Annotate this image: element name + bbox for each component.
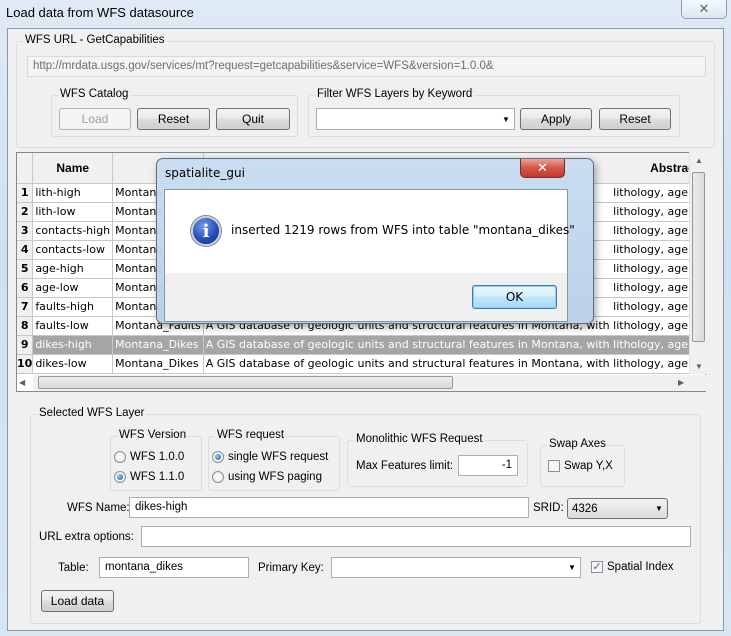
cell-name[interactable]: age-low — [32, 278, 114, 298]
message-box-title: spatialite_gui — [165, 166, 245, 180]
scroll-down-icon[interactable]: ▼ — [695, 362, 703, 371]
cell-name[interactable]: faults-high — [32, 297, 114, 317]
row-header[interactable]: 10 — [17, 354, 34, 374]
chevron-down-icon: ▼ — [568, 563, 576, 572]
grid-vertical-scrollbar[interactable]: ▲ ▼ — [689, 152, 706, 374]
row-header[interactable]: 5 — [17, 259, 34, 279]
cell-name[interactable]: dikes-high — [32, 335, 114, 355]
radio-label: WFS 1.1.0 — [130, 471, 185, 483]
row-header[interactable]: 8 — [17, 316, 34, 336]
max-features-field[interactable]: -1 — [458, 455, 518, 476]
close-icon: ✕ — [537, 160, 548, 175]
corner-header — [17, 153, 34, 184]
cell-name[interactable]: lith-low — [32, 202, 114, 222]
primary-key-label: Primary Key: — [258, 562, 324, 574]
radio-indicator — [212, 471, 224, 483]
wfs-name-field[interactable]: dikes-high — [129, 497, 529, 518]
cell-name[interactable]: contacts-low — [32, 240, 114, 260]
wfs-name-label: WFS Name: — [67, 502, 130, 514]
srid-label: SRID: — [533, 502, 564, 514]
monolithic-request-group-label: Monolithic WFS Request — [354, 433, 485, 445]
catalog-load-button[interactable]: Load — [59, 108, 131, 130]
row-header[interactable]: 2 — [17, 202, 34, 222]
radio-label: WFS 1.0.0 — [130, 451, 185, 463]
wfs-url-group-label: WFS URL - GetCapabilities — [23, 34, 167, 46]
radio-wfs-paging[interactable]: using WFS paging — [212, 471, 322, 483]
scroll-up-icon[interactable]: ▲ — [695, 156, 703, 165]
wfs-catalog-group-label: WFS Catalog — [58, 88, 131, 100]
filter-keyword-group-label: Filter WFS Layers by Keyword — [315, 88, 475, 100]
row-header[interactable]: 3 — [17, 221, 34, 241]
srid-value: 4326 — [572, 502, 598, 515]
chevron-down-icon: ▼ — [502, 114, 510, 124]
checkbox-indicator — [548, 460, 560, 472]
row-header[interactable]: 7 — [17, 297, 34, 317]
vertical-scroll-thumb[interactable] — [692, 172, 705, 342]
table-label: Table: — [58, 562, 89, 574]
url-extra-options-label: URL extra options: — [39, 531, 134, 543]
radio-label: single WFS request — [228, 451, 329, 463]
row-header[interactable]: 6 — [17, 278, 34, 298]
cell-name[interactable]: age-high — [32, 259, 114, 279]
checkbox-label: Swap Y,X — [564, 460, 613, 472]
cell-title[interactable]: Montana_Dikes — [112, 335, 204, 355]
selected-layer-group-label: Selected WFS Layer — [37, 407, 147, 419]
filter-reset-button[interactable]: Reset — [599, 108, 671, 130]
cell-name[interactable]: lith-high — [32, 183, 114, 203]
catalog-reset-button[interactable]: Reset — [137, 108, 210, 130]
swap-yx-checkbox[interactable]: Swap Y,X — [548, 460, 613, 472]
message-box: spatialite_gui ✕ i inserted 1219 rows fr… — [156, 158, 594, 324]
window-title: Load data from WFS datasource — [6, 5, 194, 20]
table-row[interactable]: 10 dikes-low Montana_Dikes A GIS database o… — [17, 354, 705, 374]
table-row[interactable]: 9 dikes-high Montana_Dikes A GIS database o… — [17, 335, 705, 355]
radio-indicator — [114, 451, 126, 463]
radio-indicator — [114, 471, 126, 483]
message-box-content: i inserted 1219 rows from WFS into table… — [165, 190, 575, 273]
horizontal-scroll-thumb[interactable] — [38, 376, 453, 389]
scroll-left-icon[interactable]: ◀ — [19, 378, 25, 387]
cell-title[interactable]: Montana_Dikes — [112, 354, 204, 374]
max-features-label: Max Features limit: — [356, 460, 454, 472]
swap-axes-group-label: Swap Axes — [547, 438, 608, 450]
radio-single-request[interactable]: single WFS request — [212, 451, 328, 463]
keyword-combo[interactable]: ▼ — [316, 108, 515, 130]
spatial-index-checkbox[interactable]: ✓ Spatial Index — [591, 561, 674, 573]
cell-name[interactable]: faults-low — [32, 316, 114, 336]
cell-name[interactable]: contacts-high — [32, 221, 114, 241]
srid-combo[interactable]: 4326 ▼ — [567, 498, 668, 519]
row-header[interactable]: 1 — [17, 183, 34, 203]
radio-indicator — [212, 451, 224, 463]
cell-name[interactable]: dikes-low — [32, 354, 114, 374]
radio-label: using WFS paging — [228, 471, 322, 483]
checkbox-label: Spatial Index — [607, 561, 674, 573]
wfs-version-group-label: WFS Version — [117, 429, 189, 441]
info-icon: i — [191, 216, 221, 246]
wfs-request-group-label: WFS request — [215, 429, 287, 441]
wfs-url-field[interactable]: http://mrdata.usgs.gov/services/mt?reque… — [27, 56, 706, 77]
row-header[interactable]: 9 — [17, 335, 34, 355]
checkbox-indicator: ✓ — [591, 561, 603, 573]
message-box-body: i inserted 1219 rows from WFS into table… — [164, 189, 575, 322]
chevron-down-icon: ▼ — [655, 504, 663, 513]
table-name-field[interactable]: montana_dikes — [99, 557, 249, 578]
row-header[interactable]: 4 — [17, 240, 34, 260]
radio-wfs-1-1-0[interactable]: WFS 1.1.0 — [114, 471, 184, 483]
close-icon: ✕ — [698, 1, 710, 16]
url-extra-options-field[interactable] — [141, 526, 691, 547]
window-close-button[interactable]: ✕ — [681, 0, 727, 19]
grid-horizontal-scrollbar[interactable]: ◀ ▶ — [19, 375, 706, 391]
message-box-close-button[interactable]: ✕ — [520, 159, 565, 178]
column-header-name[interactable]: Name — [32, 153, 114, 184]
scroll-right-icon[interactable]: ▶ — [678, 378, 684, 387]
cell-abstract[interactable]: A GIS database of geologic units and str… — [203, 335, 705, 355]
radio-wfs-1-0-0[interactable]: WFS 1.0.0 — [114, 451, 184, 463]
ok-button[interactable]: OK — [472, 285, 557, 309]
primary-key-combo[interactable]: ▼ — [331, 557, 581, 578]
filter-apply-button[interactable]: Apply — [520, 108, 592, 130]
message-text: inserted 1219 rows from WFS into table "… — [231, 223, 575, 237]
catalog-quit-button[interactable]: Quit — [216, 108, 290, 130]
cell-abstract[interactable]: A GIS database of geologic units and str… — [203, 354, 705, 374]
load-data-button[interactable]: Load data — [41, 590, 114, 612]
